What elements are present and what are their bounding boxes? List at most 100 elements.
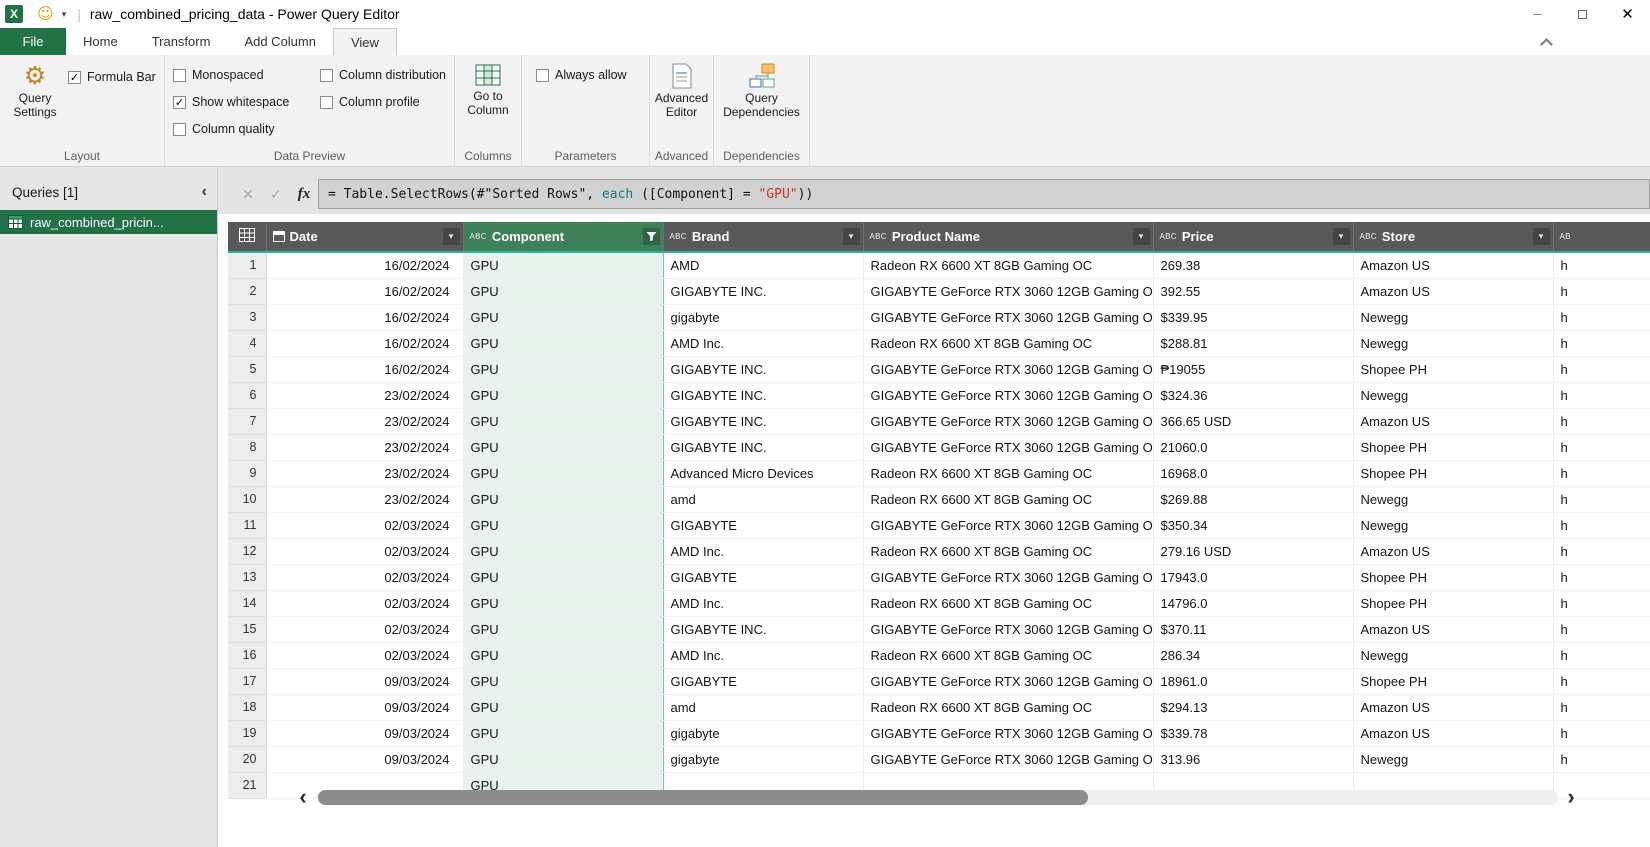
formula-input[interactable]: = Table.SelectRows(#"Sorted Rows", each … bbox=[318, 179, 1650, 209]
cell-component[interactable]: GPU bbox=[463, 512, 663, 538]
cell-date[interactable]: 23/02/2024 bbox=[266, 434, 463, 460]
row-number[interactable]: 1 bbox=[228, 252, 266, 278]
cell-product[interactable]: GIGABYTE GeForce RTX 3060 12GB Gaming OC bbox=[863, 616, 1153, 642]
filter-funnel-icon[interactable] bbox=[643, 228, 660, 245]
cell-store[interactable]: Amazon US bbox=[1353, 538, 1553, 564]
checkbox-column-quality[interactable]: Column quality bbox=[173, 119, 306, 139]
cell-store[interactable]: Amazon US bbox=[1353, 278, 1553, 304]
cell-product[interactable]: Radeon RX 6600 XT 8GB Gaming OC bbox=[863, 538, 1153, 564]
scrollbar-thumb[interactable] bbox=[318, 790, 1088, 805]
go-to-column-button[interactable]: Go to Column bbox=[459, 62, 517, 146]
row-number[interactable]: 7 bbox=[228, 408, 266, 434]
minimize-button[interactable]: ─ bbox=[1515, 0, 1560, 28]
cell-date[interactable]: 16/02/2024 bbox=[266, 252, 463, 278]
checkbox-show-whitespace[interactable]: ✓Show whitespace bbox=[173, 92, 306, 112]
cell-price[interactable]: 313.96 bbox=[1153, 746, 1353, 772]
row-number[interactable]: 11 bbox=[228, 512, 266, 538]
cell-store[interactable]: Newegg bbox=[1353, 642, 1553, 668]
collapse-ribbon-icon[interactable] bbox=[1542, 38, 1551, 47]
cell-date[interactable]: 16/02/2024 bbox=[266, 304, 463, 330]
sidebar-item-query[interactable]: raw_combined_pricin... bbox=[0, 210, 217, 234]
scrollbar-track[interactable] bbox=[316, 790, 1558, 805]
checkbox-monospaced[interactable]: Monospaced bbox=[173, 65, 306, 85]
cell-price[interactable]: $269.88 bbox=[1153, 486, 1353, 512]
cell-date[interactable]: 02/03/2024 bbox=[266, 564, 463, 590]
cell-product[interactable]: Radeon RX 6600 XT 8GB Gaming OC bbox=[863, 590, 1153, 616]
cell-price[interactable]: $370.11 bbox=[1153, 616, 1353, 642]
row-number[interactable]: 3 bbox=[228, 304, 266, 330]
row-number[interactable]: 14 bbox=[228, 590, 266, 616]
tab-add-column[interactable]: Add Column bbox=[227, 28, 333, 55]
cell-product[interactable]: Radeon RX 6600 XT 8GB Gaming OC bbox=[863, 330, 1153, 356]
row-number[interactable]: 15 bbox=[228, 616, 266, 642]
cell-component[interactable]: GPU bbox=[463, 356, 663, 382]
cell-date[interactable]: 02/03/2024 bbox=[266, 642, 463, 668]
row-number[interactable]: 6 bbox=[228, 382, 266, 408]
cell-brand[interactable]: GIGABYTE bbox=[663, 564, 863, 590]
cell-brand[interactable]: GIGABYTE INC. bbox=[663, 356, 863, 382]
cell-extra[interactable]: h bbox=[1553, 460, 1650, 486]
cell-extra[interactable]: h bbox=[1553, 642, 1650, 668]
cell-date[interactable]: 02/03/2024 bbox=[266, 616, 463, 642]
cell-date[interactable]: 09/03/2024 bbox=[266, 720, 463, 746]
cell-component[interactable]: GPU bbox=[463, 538, 663, 564]
column-header-brand[interactable]: ABCBrand▾ bbox=[663, 222, 863, 252]
cell-price[interactable]: 17943.0 bbox=[1153, 564, 1353, 590]
cell-extra[interactable]: h bbox=[1553, 252, 1650, 278]
cell-date[interactable]: 23/02/2024 bbox=[266, 408, 463, 434]
cell-price[interactable]: 14796.0 bbox=[1153, 590, 1353, 616]
row-number[interactable]: 17 bbox=[228, 668, 266, 694]
row-number[interactable]: 18 bbox=[228, 694, 266, 720]
row-number[interactable]: 5 bbox=[228, 356, 266, 382]
cell-product[interactable]: GIGABYTE GeForce RTX 3060 12GB Gaming OC bbox=[863, 278, 1153, 304]
cell-brand[interactable]: AMD Inc. bbox=[663, 538, 863, 564]
row-number[interactable]: 8 bbox=[228, 434, 266, 460]
cell-extra[interactable]: h bbox=[1553, 356, 1650, 382]
cell-extra[interactable]: h bbox=[1553, 616, 1650, 642]
cell-store[interactable]: Newegg bbox=[1353, 304, 1553, 330]
checkbox-column-distribution[interactable]: Column distribution bbox=[320, 65, 446, 85]
cell-extra[interactable]: h bbox=[1553, 304, 1650, 330]
cell-component[interactable]: GPU bbox=[463, 642, 663, 668]
tab-view[interactable]: View bbox=[333, 28, 397, 56]
cell-extra[interactable]: h bbox=[1553, 668, 1650, 694]
row-number[interactable]: 20 bbox=[228, 746, 266, 772]
cell-price[interactable]: 279.16 USD bbox=[1153, 538, 1353, 564]
cell-component[interactable]: GPU bbox=[463, 460, 663, 486]
cell-product[interactable]: Radeon RX 6600 XT 8GB Gaming OC bbox=[863, 252, 1153, 278]
cell-date[interactable]: 02/03/2024 bbox=[266, 538, 463, 564]
cell-component[interactable]: GPU bbox=[463, 720, 663, 746]
column-header-component[interactable]: ABCComponent bbox=[463, 222, 663, 252]
cell-brand[interactable]: gigabyte bbox=[663, 304, 863, 330]
cell-product[interactable]: GIGABYTE GeForce RTX 3060 12GB Gaming OC bbox=[863, 512, 1153, 538]
column-header-product[interactable]: ABCProduct Name▾ bbox=[863, 222, 1153, 252]
cell-extra[interactable]: h bbox=[1553, 382, 1650, 408]
tab-transform[interactable]: Transform bbox=[135, 28, 228, 55]
cell-store[interactable]: Newegg bbox=[1353, 486, 1553, 512]
cell-date[interactable]: 23/02/2024 bbox=[266, 460, 463, 486]
close-button[interactable]: ✕ bbox=[1605, 0, 1650, 28]
cell-product[interactable]: GIGABYTE GeForce RTX 3060 12GB Gaming OC bbox=[863, 356, 1153, 382]
cell-store[interactable]: Amazon US bbox=[1353, 694, 1553, 720]
filter-dropdown-icon[interactable]: ▾ bbox=[843, 228, 860, 245]
cell-brand[interactable]: amd bbox=[663, 486, 863, 512]
cell-component[interactable]: GPU bbox=[463, 668, 663, 694]
cell-store[interactable]: Shopee PH bbox=[1353, 356, 1553, 382]
cell-price[interactable]: ₱19055 bbox=[1153, 356, 1353, 382]
scroll-right-icon[interactable]: › bbox=[1558, 786, 1584, 808]
row-number[interactable]: 10 bbox=[228, 486, 266, 512]
cell-extra[interactable]: h bbox=[1553, 694, 1650, 720]
filter-dropdown-icon[interactable]: ▾ bbox=[443, 228, 460, 245]
cell-component[interactable]: GPU bbox=[463, 304, 663, 330]
horizontal-scrollbar[interactable]: ‹ › bbox=[290, 786, 1584, 808]
cell-brand[interactable]: gigabyte bbox=[663, 720, 863, 746]
cell-component[interactable]: GPU bbox=[463, 382, 663, 408]
cell-extra[interactable]: h bbox=[1553, 590, 1650, 616]
row-number[interactable]: 9 bbox=[228, 460, 266, 486]
column-header-extra[interactable]: AB bbox=[1553, 222, 1650, 252]
tab-home[interactable]: Home bbox=[66, 28, 135, 55]
cell-extra[interactable]: h bbox=[1553, 278, 1650, 304]
query-dependencies-button[interactable]: Query Dependencies bbox=[719, 62, 805, 146]
row-number[interactable]: 12 bbox=[228, 538, 266, 564]
query-settings-button[interactable]: ⚙ Query Settings bbox=[8, 62, 62, 146]
